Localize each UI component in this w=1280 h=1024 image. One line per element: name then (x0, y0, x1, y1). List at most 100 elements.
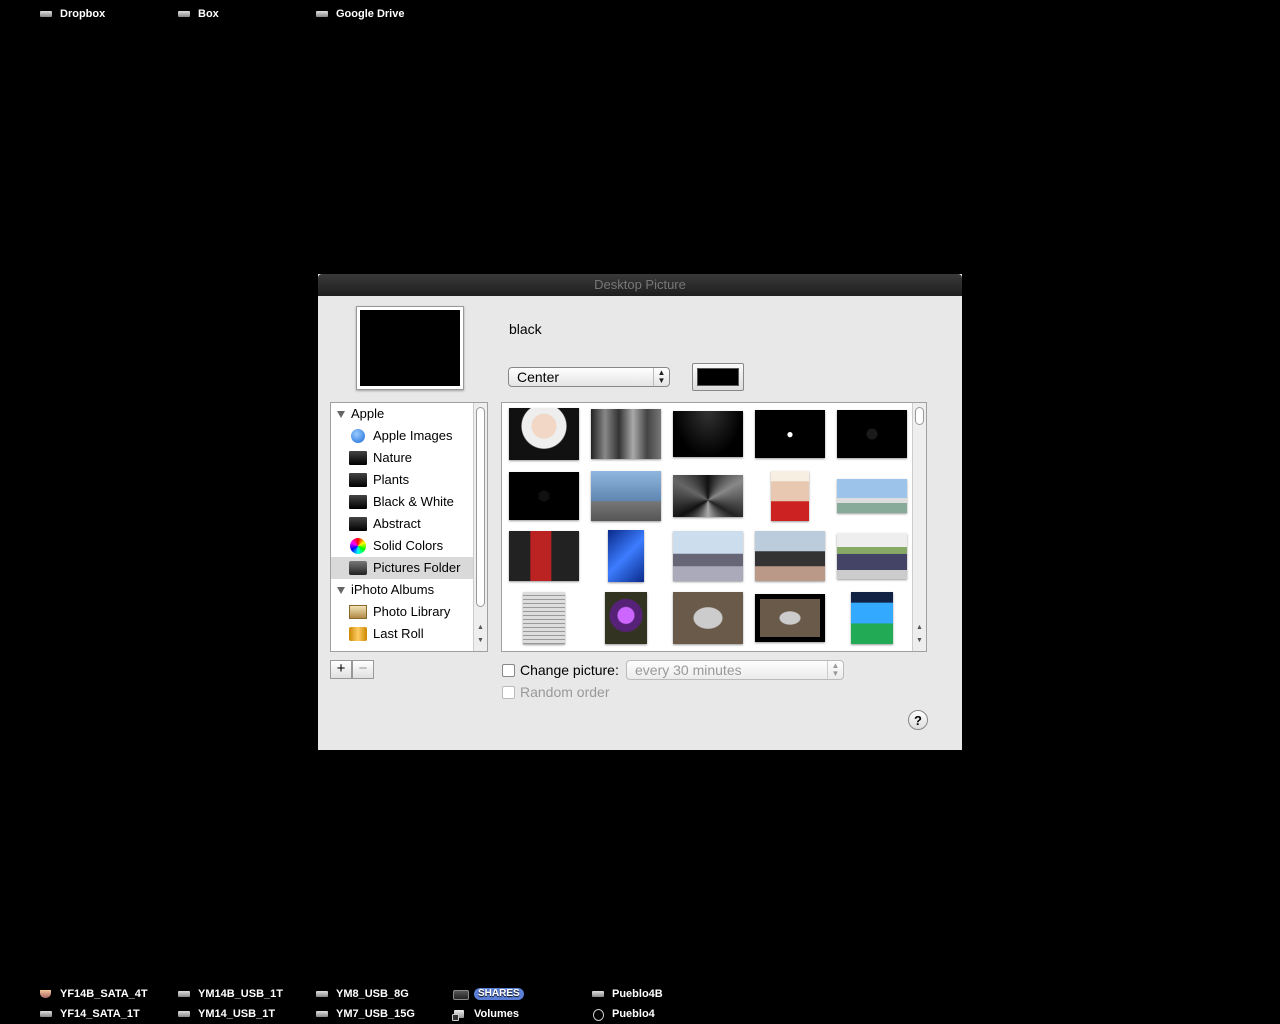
change-interval-popup[interactable]: every 30 minutes ▲ ▼ (626, 660, 844, 680)
thumbnail-portrait[interactable] (508, 407, 580, 461)
photo-airship (837, 479, 907, 513)
network-drive-icon (38, 8, 54, 20)
scroll-down-icon[interactable]: ▼ (474, 636, 487, 645)
photo-group (837, 533, 907, 579)
picture-grid-scrollbar[interactable]: ▲ ▼ (912, 403, 926, 651)
thumbnail-blue-abstract[interactable] (590, 529, 662, 583)
thumbnail-helicopter[interactable] (754, 529, 826, 583)
desktop-icon-box[interactable]: Box (176, 8, 219, 20)
desktop-icon-google-drive[interactable]: Google Drive (314, 8, 404, 20)
scroll-up-icon[interactable]: ▲ (913, 623, 926, 632)
pictures-folder-icon (349, 561, 367, 575)
desktop-icon-ym14[interactable]: YM14_USB_1T (176, 1008, 275, 1020)
change-picture-label: Change picture: (520, 662, 619, 678)
network-drive-icon (176, 8, 192, 20)
photo-black-wallpaper (673, 411, 743, 457)
desktop-icon-yf14[interactable]: YF14_SATA_1T (38, 1008, 140, 1020)
photo-bw-architecture (673, 475, 743, 517)
source-item-label: Pictures Folder (373, 560, 461, 575)
color-swatch (697, 368, 739, 386)
thumbnail-phone-screenshot[interactable] (836, 591, 908, 645)
desktop-icon-ym14b[interactable]: YM14B_USB_1T (176, 988, 283, 1000)
source-list: Apple Apple Images Nature Plants Black &… (330, 402, 488, 652)
photo-helicopter (755, 531, 825, 581)
source-list-scrollbar[interactable]: ▲ ▼ (473, 403, 487, 651)
thumbnail-newspaper[interactable] (508, 591, 580, 645)
thumbnail-jet[interactable] (672, 529, 744, 583)
source-item-label: Apple Images (373, 428, 453, 443)
random-order-checkbox[interactable] (502, 685, 515, 699)
folder-black-icon (349, 473, 367, 487)
window-title[interactable]: Desktop Picture (318, 274, 962, 296)
source-group-apple[interactable]: Apple (331, 403, 479, 425)
folder-alias-icon (452, 1008, 468, 1021)
desktop-icon-label: YM7_USB_15G (336, 1008, 415, 1020)
desktop-icon-ym7[interactable]: YM7_USB_15G (314, 1008, 415, 1020)
thumbnail-couple-red[interactable] (508, 529, 580, 583)
random-order-row[interactable]: Random order (502, 684, 610, 700)
photo-black-dark (837, 410, 907, 458)
thumbnail-magazine-cover[interactable] (754, 469, 826, 523)
source-item-photo-library[interactable]: Photo Library (331, 601, 473, 623)
group-label: iPhoto Albums (351, 582, 435, 597)
updown-arrows-icon: ▲ ▼ (653, 368, 669, 386)
thumbnail-apple-logo[interactable]: ● (754, 407, 826, 461)
thumbnail-black-apple[interactable] (508, 469, 580, 523)
film-roll-icon (349, 627, 367, 641)
shares-drive-icon (452, 988, 469, 1000)
desktop-icon-dropbox[interactable]: Dropbox (38, 8, 105, 20)
desktop-icon-pueblo4[interactable]: Pueblo4 (590, 1008, 655, 1021)
source-item-abstract[interactable]: Abstract (331, 513, 473, 535)
thumbnail-airship[interactable] (836, 469, 908, 523)
photo-lighter (673, 592, 743, 644)
folder-black-icon (349, 517, 367, 531)
desktop-icon-volumes[interactable]: Volumes (452, 1008, 519, 1021)
apple-logo-icon: ● (755, 410, 825, 458)
photo-purple-window (605, 592, 647, 644)
remove-source-button[interactable]: − (352, 660, 374, 679)
thumbnail-glass-building[interactable] (590, 469, 662, 523)
scroll-down-icon[interactable]: ▼ (913, 636, 926, 645)
photo-portrait (509, 408, 579, 460)
source-item-last-roll[interactable]: Last Roll (331, 623, 473, 645)
apple-images-icon (351, 429, 365, 443)
disclosure-triangle-icon[interactable] (337, 587, 345, 595)
disclosure-triangle-icon[interactable] (337, 411, 345, 419)
usb-drive-icon (314, 988, 330, 1000)
add-source-button[interactable]: + (330, 660, 352, 679)
thumbnail-street-bw[interactable] (590, 407, 662, 461)
source-item-solid-colors[interactable]: Solid Colors (331, 535, 473, 557)
source-item-black-white[interactable]: Black & White (331, 491, 473, 513)
scroll-up-icon[interactable]: ▲ (474, 623, 487, 632)
server-drive-icon (590, 988, 606, 1000)
source-item-pictures-folder[interactable]: Pictures Folder (331, 557, 473, 579)
scrollbar-thumb[interactable] (476, 407, 485, 607)
source-group-iphoto[interactable]: iPhoto Albums (331, 579, 479, 601)
desktop-icon-ym8[interactable]: YM8_USB_8G (314, 988, 409, 1000)
source-item-plants[interactable]: Plants (331, 469, 473, 491)
thumbnail-purple-window[interactable] (590, 591, 662, 645)
source-item-nature[interactable]: Nature (331, 447, 473, 469)
scrollbar-thumb[interactable] (915, 407, 924, 425)
thumbnail-black-wallpaper[interactable] (672, 407, 744, 461)
photo-magazine-cover (771, 471, 809, 521)
thumbnail-bw-architecture[interactable] (672, 469, 744, 523)
desktop-icon-shares[interactable]: SHARES (452, 988, 524, 1000)
photo-phone-screenshot (851, 592, 893, 644)
help-button[interactable]: ? (908, 710, 928, 730)
thumbnail-lighter-framed[interactable] (754, 591, 826, 645)
desktop-icon-pueblo4b[interactable]: Pueblo4B (590, 988, 663, 1000)
placement-popup[interactable]: Center ▲ ▼ (508, 367, 670, 387)
thumbnail-group[interactable] (836, 529, 908, 583)
desktop-icon-label: YM14_USB_1T (198, 1008, 276, 1020)
thumbnail-lighter[interactable] (672, 591, 744, 645)
source-item-apple-images[interactable]: Apple Images (331, 425, 473, 447)
random-order-label: Random order (520, 684, 610, 700)
thumbnail-black-dark[interactable] (836, 407, 908, 461)
updown-arrows-icon: ▲ ▼ (827, 661, 843, 679)
change-picture-row[interactable]: Change picture: (502, 662, 619, 678)
source-item-label: Plants (373, 472, 410, 487)
desktop-icon-yf14b[interactable]: YF14B_SATA_4T (38, 988, 148, 1000)
change-picture-checkbox[interactable] (502, 663, 515, 677)
color-well[interactable] (692, 363, 744, 391)
